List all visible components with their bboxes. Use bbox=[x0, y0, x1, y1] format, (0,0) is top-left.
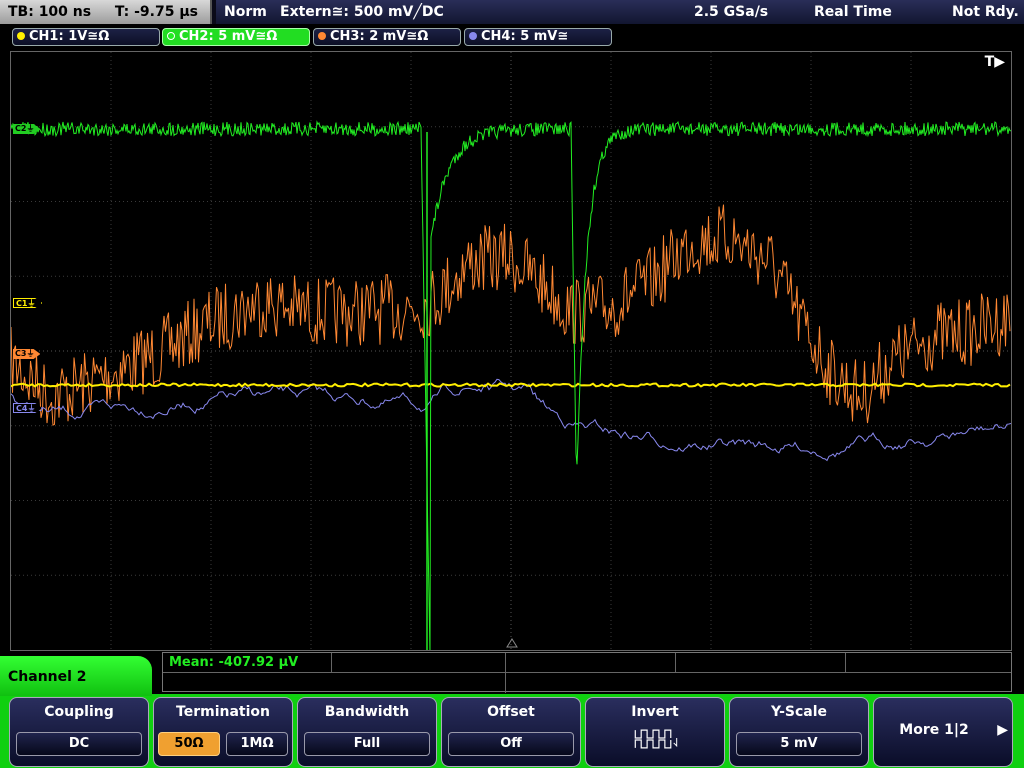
waveform-grid bbox=[11, 52, 1011, 650]
tab-channel-3[interactable]: CH3: 2 mV≅Ω bbox=[313, 28, 461, 46]
termination-label: Termination bbox=[176, 704, 270, 720]
channel-4-dot-icon bbox=[469, 32, 477, 40]
more-menu-button[interactable]: More 1|2 ▶ bbox=[873, 697, 1013, 767]
channel-4-label: CH4: 5 mV≅ bbox=[481, 29, 569, 44]
more-label: More 1|2 bbox=[899, 722, 969, 738]
trigger-time-label: T: -9.75 µs bbox=[114, 4, 198, 20]
channel-1-dot-icon bbox=[17, 32, 25, 40]
sample-rate: 2.5 GSa/s bbox=[694, 4, 769, 20]
trigger-position-icon: T▶ bbox=[984, 54, 1005, 70]
channel-3-dot-icon bbox=[318, 32, 326, 40]
bandwidth-button[interactable]: Bandwidth Full bbox=[297, 697, 437, 767]
termination-button[interactable]: Termination 50Ω 1MΩ bbox=[153, 697, 293, 767]
bandwidth-label: Bandwidth bbox=[324, 704, 410, 720]
y-scale-label: Y-Scale bbox=[770, 704, 827, 720]
channel-2-label: CH2: 5 mV≅Ω bbox=[179, 29, 278, 44]
top-status-bar: TB: 100 ns T: -9.75 µs Norm Extern≅: 500… bbox=[0, 0, 1024, 24]
invert-label: Invert bbox=[631, 704, 679, 720]
channel-2-menu-title: Channel 2 bbox=[0, 656, 152, 696]
measurement-bar[interactable]: Mean: -407.92 µV bbox=[162, 652, 1012, 693]
offset-button[interactable]: Offset Off bbox=[441, 697, 581, 767]
acquisition-mode: Real Time bbox=[814, 4, 892, 20]
next-page-arrow-icon: ▶ bbox=[997, 722, 1008, 738]
channel-1-label: CH1: 1V≅Ω bbox=[29, 29, 110, 44]
y-scale-button[interactable]: Y-Scale 5 mV bbox=[729, 697, 869, 767]
trigger-source: Extern≅: 500 mV╱DC bbox=[280, 4, 444, 20]
timebase-box[interactable]: TB: 100 ns T: -9.75 µs bbox=[0, 0, 212, 24]
channel-2-dot-icon bbox=[167, 32, 175, 40]
channel-1-waveform bbox=[11, 382, 1011, 388]
termination-1mohm-option[interactable]: 1MΩ bbox=[226, 732, 288, 756]
coupling-value: DC bbox=[16, 732, 142, 756]
invert-button[interactable]: Invert bbox=[585, 697, 725, 767]
waveform-display[interactable]: T▶ C1⏚ C2⏚ C3⏚ C4⏚ bbox=[10, 51, 1012, 651]
acquisition-status-bar[interactable]: Norm Extern≅: 500 mV╱DC 2.5 GSa/s Real T… bbox=[216, 0, 1024, 24]
trigger-time-marker-icon bbox=[506, 638, 518, 648]
bandwidth-value: Full bbox=[304, 732, 430, 756]
tab-channel-4[interactable]: CH4: 5 mV≅ bbox=[464, 28, 612, 46]
offset-label: Offset bbox=[487, 704, 535, 720]
timebase-label: TB: 100 ns bbox=[8, 4, 92, 20]
offset-value: Off bbox=[448, 732, 574, 756]
termination-50ohm-option[interactable]: 50Ω bbox=[158, 732, 220, 756]
coupling-button[interactable]: Coupling DC bbox=[9, 697, 149, 767]
channel-3-label: CH3: 2 mV≅Ω bbox=[330, 29, 429, 44]
trigger-mode: Norm bbox=[224, 4, 267, 20]
status-text: Not Rdy. bbox=[952, 4, 1019, 20]
inverted-square-wave-icon bbox=[634, 729, 678, 749]
coupling-label: Coupling bbox=[44, 704, 114, 720]
tab-channel-1[interactable]: CH1: 1V≅Ω bbox=[12, 28, 160, 46]
y-scale-value: 5 mV bbox=[736, 732, 862, 756]
tab-channel-2[interactable]: CH2: 5 mV≅Ω bbox=[162, 28, 310, 46]
measurement-mean-value: Mean: -407.92 µV bbox=[169, 655, 299, 670]
